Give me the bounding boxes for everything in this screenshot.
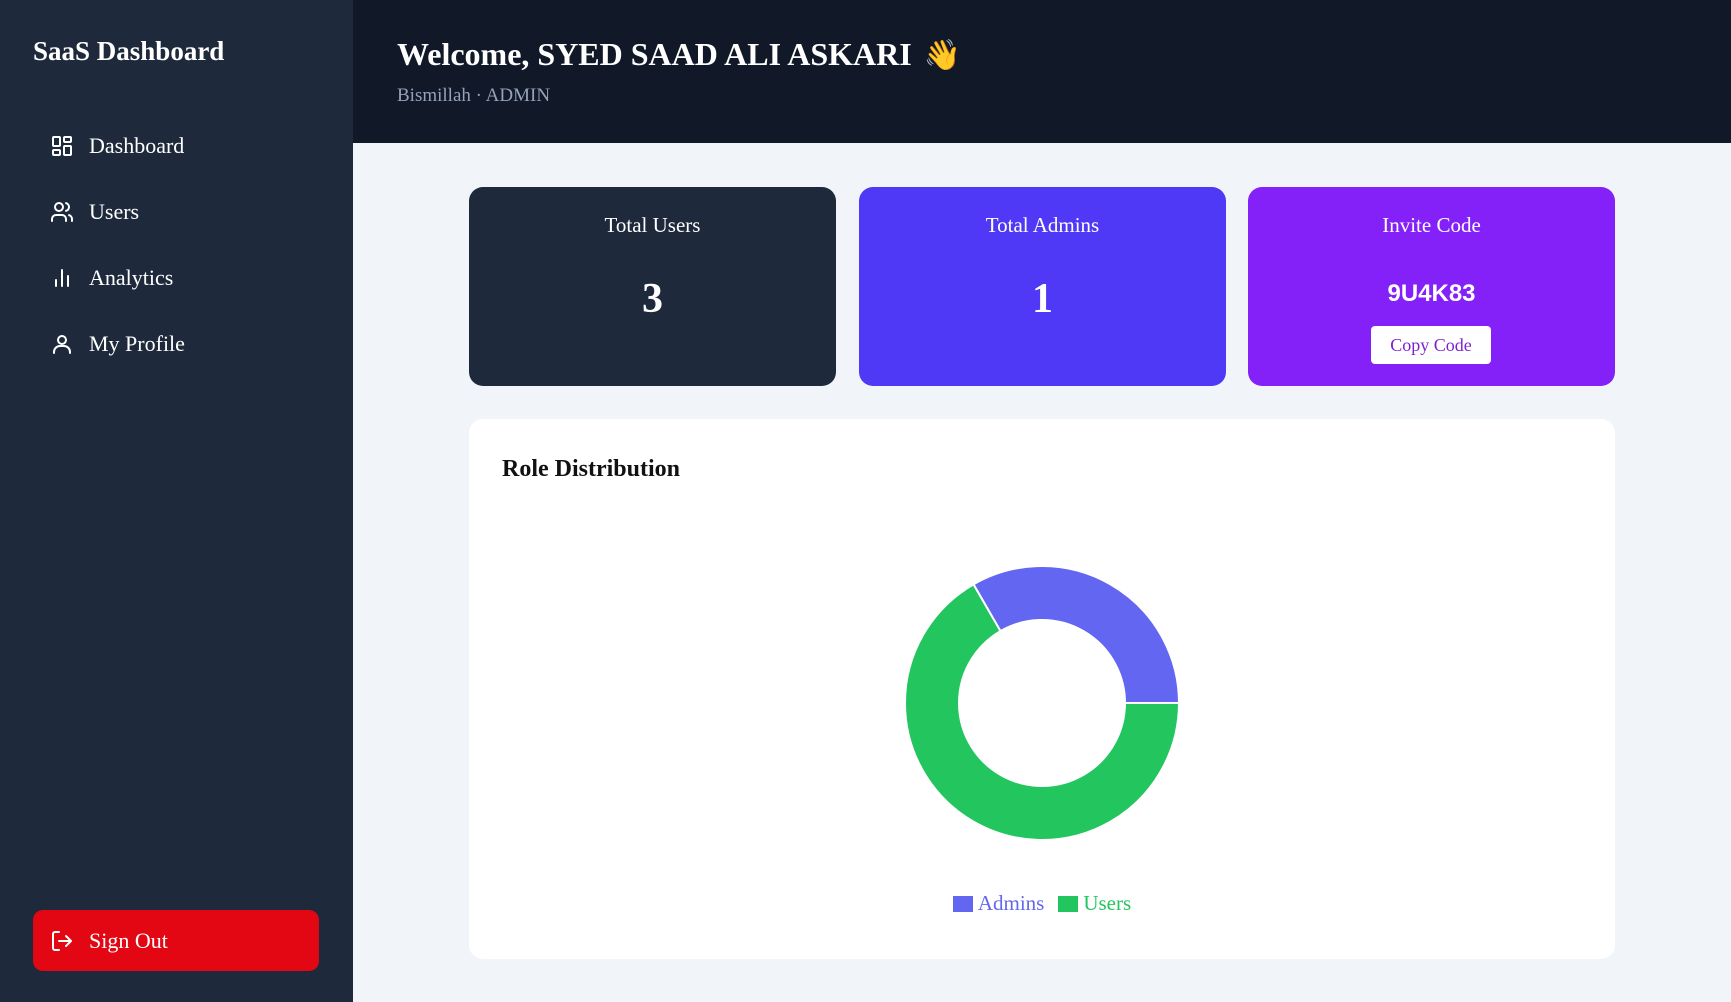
legend-label: Users [1083, 891, 1132, 915]
card-value: 1 [1032, 276, 1053, 322]
card-title: Invite Code [1382, 213, 1481, 237]
donut-slice-admins[interactable] [972, 565, 1181, 704]
sidebar-item-analytics[interactable]: Analytics [33, 245, 320, 311]
legend-item-admins[interactable]: Admins [952, 891, 1045, 916]
bar-chart-icon [49, 265, 75, 291]
waving-hand-icon: 👋 [923, 38, 962, 73]
invite-code-card: Invite Code 9U4K83 Copy Code [1248, 187, 1615, 386]
page-subtitle: Bismillah · ADMIN [397, 85, 551, 106]
total-users-card: Total Users 3 [469, 187, 836, 386]
page-title: Welcome, SYED SAAD ALI ASKARI 👋 [397, 36, 961, 73]
dashboard-grid-icon [49, 133, 75, 159]
sign-out-label: Sign Out [89, 927, 168, 953]
sidebar-item-label: Users [89, 199, 140, 224]
card-title: Total Users [604, 213, 701, 237]
page-header: Welcome, SYED SAAD ALI ASKARI 👋 Bismillah… [353, 0, 1731, 143]
users-icon [49, 199, 75, 225]
sidebar-item-label: My Profile [89, 331, 185, 356]
sidebar-item-users[interactable]: Users [33, 179, 320, 245]
invite-code-value: 9U4K83 [1387, 280, 1476, 307]
legend-swatch [952, 895, 973, 912]
legend-item-users[interactable]: Users [1058, 891, 1131, 916]
brand-title: SaaS Dashboard [33, 36, 225, 66]
sidebar-item-my-profile[interactable]: My Profile [33, 311, 320, 377]
card-title: Total Admins [985, 213, 1100, 237]
sidebar-item-dashboard[interactable]: Dashboard [33, 113, 320, 179]
legend-label: Admins [977, 891, 1045, 915]
sidebar-item-label: Analytics [89, 265, 174, 290]
copy-code-button[interactable]: Copy Code [1371, 326, 1491, 364]
role-distribution-panel: Role Distribution Admins Users [469, 419, 1615, 959]
sidebar-item-label: Dashboard [89, 133, 185, 158]
total-admins-card: Total Admins 1 [859, 187, 1226, 386]
sidebar-nav: Dashboard Users Analytics My Profile [33, 113, 320, 377]
sidebar: SaaS Dashboard Dashboard Users Analytics… [0, 0, 353, 1002]
card-value: 3 [642, 276, 663, 322]
logout-icon [49, 928, 75, 954]
chart-legend: Admins Users [469, 891, 1615, 916]
user-icon [49, 331, 75, 357]
legend-swatch [1058, 895, 1079, 912]
sign-out-button[interactable]: Sign Out [33, 910, 319, 971]
welcome-text: Welcome, SYED SAAD ALI ASKARI [397, 36, 912, 72]
donut-chart [904, 565, 1181, 841]
